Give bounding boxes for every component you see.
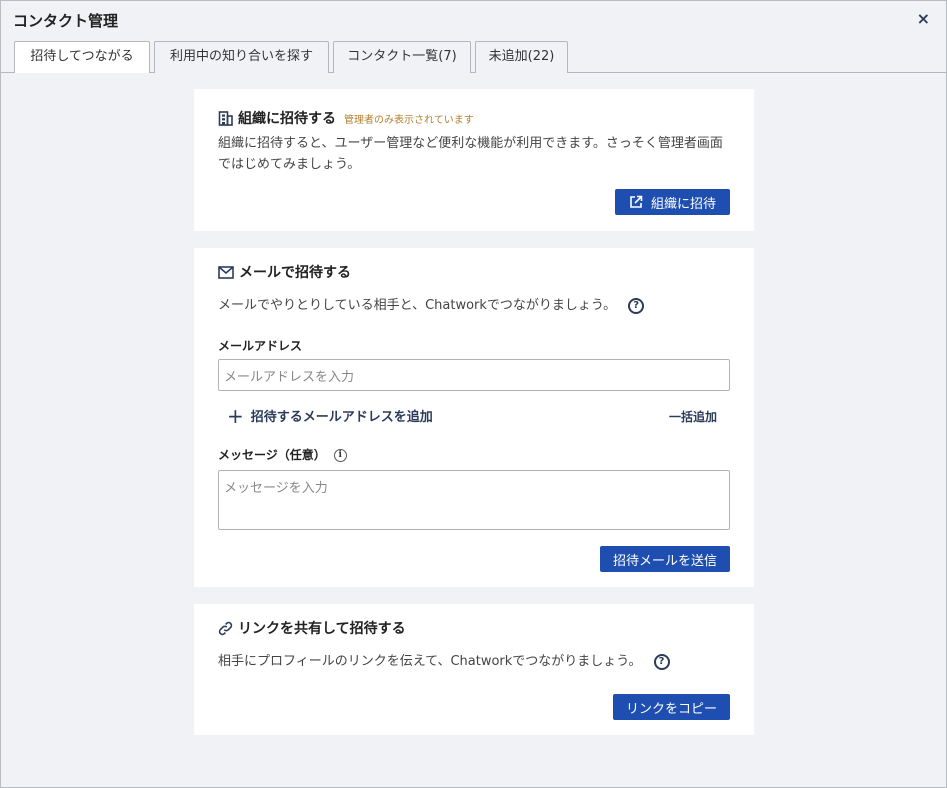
org-invite-description-line1: 組織に招待すると、ユーザー管理など便利な機能が利用できます。さっそく管理者画面 [218,136,723,151]
org-invite-heading: 組織に招待する 管理者のみ表示されています [218,108,474,128]
help-icon[interactable]: ? [653,653,670,670]
tab-content: 組織に招待する 管理者のみ表示されています 組織に招待すると、ユーザー管理など便… [1,73,946,787]
email-invite-card: メールで招待する メールでやりとりしている相手と、Chatworkでつながりまし… [194,248,754,587]
invite-to-org-button[interactable]: 組織に招待 [615,189,730,215]
org-invite-title: 組織に招待する [238,111,336,127]
add-email-address-link[interactable]: + 招待するメールアドレスを追加 [227,403,433,428]
external-link-icon [630,195,643,208]
tab-contact-list[interactable]: コンタクト一覧(7) [333,41,471,73]
add-email-address-label: 招待するメールアドレスを追加 [250,410,433,425]
tab-find-acquaintances[interactable]: 利用中の知り合いを探す [154,41,329,73]
email-invite-heading: メールで招待する [218,262,351,282]
dialog-title: コンタクト管理 [13,12,119,30]
email-invite-description: メールでやりとりしている相手と、Chatworkでつながりましょう。 [218,298,617,313]
link-invite-heading: リンクを共有して招待する [218,618,406,638]
tab-bar: 招待してつながる 利用中の知り合いを探す コンタクト一覧(7) 未追加(22) [1,41,946,74]
link-icon [218,621,233,635]
building-icon [218,110,233,126]
message-label: メッセージ（任意） [218,448,326,462]
link-invite-description: 相手にプロフィールのリンクを伝えて、Chatworkでつながりましょう。 [218,654,642,669]
message-textarea[interactable]: メッセージを入力 [218,470,730,530]
info-icon[interactable]: i [333,449,347,462]
message-label-row: メッセージ（任意） i [218,446,347,463]
contact-management-dialog: コンタクト管理 × 招待してつながる 利用中の知り合いを探す コンタクト一覧(7… [0,0,947,788]
tab-not-added[interactable]: 未追加(22) [475,41,568,73]
invite-to-org-label: 組織に招待 [650,196,716,212]
org-invite-description-line2: ではじめてみましょう。 [218,157,361,172]
email-invite-description-row: メールでやりとりしている相手と、Chatworkでつながりましょう。? [218,295,645,316]
org-invite-card: 組織に招待する 管理者のみ表示されています 組織に招待すると、ユーザー管理など便… [194,89,754,231]
link-invite-description-row: 相手にプロフィールのリンクを伝えて、Chatworkでつながりましょう。? [218,651,670,672]
link-invite-card: リンクを共有して招待する 相手にプロフィールのリンクを伝えて、Chatworkで… [194,604,754,735]
dialog-header: コンタクト管理 × [1,1,946,39]
bulk-add-link[interactable]: 一括追加 [669,408,717,425]
admin-only-note: 管理者のみ表示されています [344,114,474,126]
email-invite-title: メールで招待する [239,265,351,281]
close-icon[interactable]: × [917,10,930,28]
org-invite-description: 組織に招待すると、ユーザー管理など便利な機能が利用できます。さっそく管理者画面 … [218,133,723,175]
help-icon[interactable]: ? [628,297,645,314]
email-address-label: メールアドレス [218,339,303,353]
copy-link-button[interactable]: リンクをコピー [613,694,730,720]
email-address-input[interactable]: メールアドレスを入力 [218,359,730,391]
plus-icon: + [227,403,244,428]
tab-invite-connect[interactable]: 招待してつながる [14,41,150,74]
mail-icon [218,265,234,279]
link-invite-title: リンクを共有して招待する [238,621,406,637]
send-invite-email-button[interactable]: 招待メールを送信 [600,546,730,572]
